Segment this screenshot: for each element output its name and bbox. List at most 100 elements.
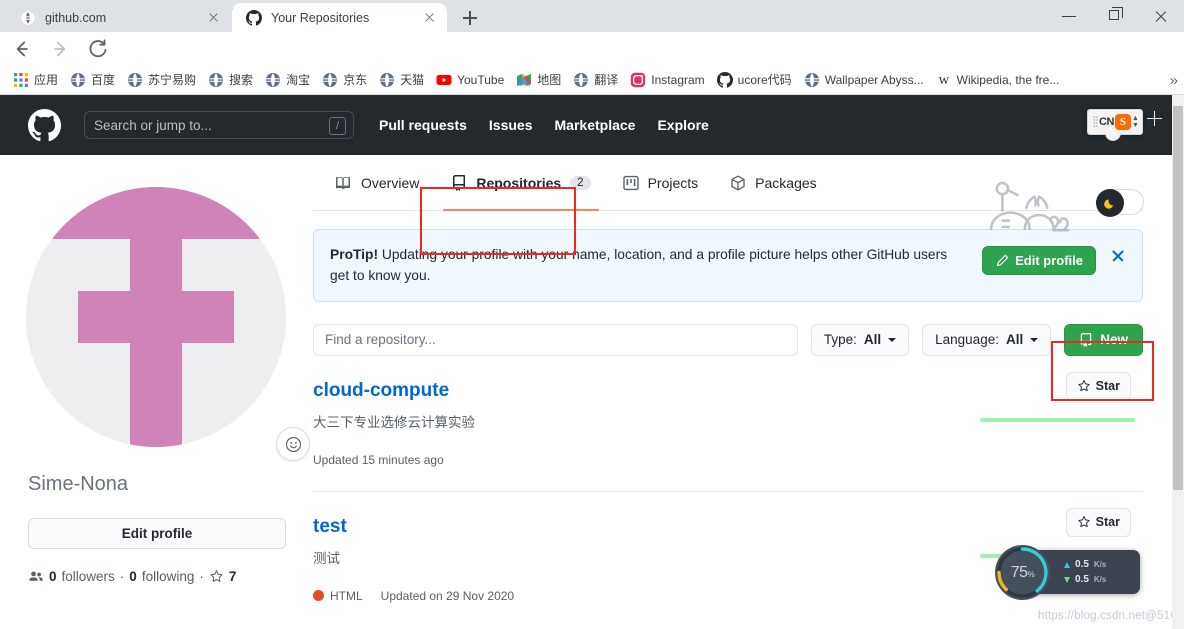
- forward-arrow-icon[interactable]: [44, 36, 76, 62]
- youtube-icon: [436, 74, 452, 85]
- moon-icon: [1103, 199, 1114, 209]
- repository-row: cloud-compute 大三下专业选修云计算实验 Updated 15 mi…: [313, 356, 1143, 492]
- bookmark-apps[interactable]: 应用: [7, 68, 64, 91]
- instagram-icon: [631, 72, 646, 87]
- new-tab-button[interactable]: [458, 7, 482, 29]
- globe-icon: [128, 72, 143, 87]
- github-mark-icon[interactable]: [28, 108, 61, 142]
- globe-icon: [323, 72, 338, 87]
- bookmark-translate[interactable]: 翻译: [567, 68, 624, 91]
- protip-body: Updating your profile with your name, lo…: [330, 247, 948, 284]
- star-icon: [1078, 380, 1090, 392]
- close-icon[interactable]: [1138, 0, 1184, 32]
- bookmark-search[interactable]: 搜索: [202, 68, 259, 91]
- nav-explore[interactable]: Explore: [657, 117, 708, 133]
- browser-tab-2[interactable]: Your Repositories: [232, 3, 447, 32]
- page-scrollbar-thumb[interactable]: [1173, 106, 1183, 490]
- new-repository-button[interactable]: New: [1064, 323, 1143, 356]
- bookmark-label: Wallpaper Abyss...: [824, 72, 924, 87]
- chevron-down-icon: [1030, 337, 1039, 342]
- ime-drag-handle-icon[interactable]: [1093, 115, 1098, 130]
- followers-count[interactable]: 0: [49, 569, 57, 584]
- octocat-line-art: [989, 181, 1070, 232]
- followers-label[interactable]: followers: [62, 569, 115, 584]
- globe-icon: [209, 72, 224, 87]
- find-repository-input[interactable]: Find a repository...: [313, 323, 798, 356]
- star-button[interactable]: Star: [1065, 371, 1131, 401]
- sogou-ime-indicator[interactable]: CN S ▲ ▼: [1087, 109, 1143, 135]
- nav-pull-requests[interactable]: Pull requests: [379, 117, 467, 133]
- type-filter-button[interactable]: Type: All: [810, 323, 910, 356]
- arrow-down-icon: [1064, 576, 1070, 583]
- repository-name-link[interactable]: cloud-compute: [313, 380, 449, 401]
- star-button[interactable]: Star: [1065, 507, 1131, 537]
- bookmark-baidu[interactable]: 百度: [64, 68, 121, 91]
- download-speed-row: 0.5 K/s: [1064, 574, 1106, 585]
- bookmark-youtube[interactable]: YouTube: [430, 69, 510, 91]
- tab-overview[interactable]: Overview: [320, 155, 435, 210]
- bookmark-label: Instagram: [651, 72, 705, 87]
- scrollbar-up-arrow[interactable]: [1172, 95, 1184, 106]
- bookmark-wikipedia[interactable]: W Wikipedia, the fre...: [930, 69, 1066, 91]
- tab-label: Overview: [361, 174, 420, 191]
- repository-name-link[interactable]: test: [313, 516, 347, 537]
- system-monitor-widget[interactable]: 75% 0.5 K/s 0.5 K/s: [995, 545, 1140, 600]
- bookmark-instagram[interactable]: Instagram: [624, 69, 710, 91]
- status-button[interactable]: [276, 427, 310, 461]
- sogou-logo-icon[interactable]: S: [1114, 114, 1131, 130]
- updown-arrows-icon[interactable]: ▲ ▼: [1132, 115, 1139, 129]
- globe-icon: [804, 72, 819, 87]
- nav-issues[interactable]: Issues: [489, 117, 533, 133]
- tab-packages[interactable]: Packages: [714, 155, 832, 210]
- following-count[interactable]: 0: [129, 569, 137, 584]
- bookmark-label: 应用: [34, 73, 59, 87]
- bookmark-label: 苏宁易购: [148, 73, 197, 87]
- bookmark-jd[interactable]: 京东: [316, 68, 373, 91]
- tab-label: Projects: [647, 174, 699, 191]
- identicon-grid: [26, 187, 286, 447]
- browser-tab-2-close[interactable]: [421, 10, 437, 26]
- bookmark-wallpaper-abyss[interactable]: Wallpaper Abyss...: [798, 69, 930, 91]
- back-arrow-icon[interactable]: [6, 36, 38, 62]
- tab-repositories[interactable]: Repositories 2: [435, 155, 606, 211]
- following-label[interactable]: following: [142, 569, 195, 584]
- maximize-icon[interactable]: [1092, 0, 1138, 32]
- pencil-icon: [996, 254, 1009, 266]
- bookmark-tmall[interactable]: 天猫: [373, 68, 430, 91]
- bookmark-maps[interactable]: 地图: [510, 68, 567, 91]
- theme-toggle[interactable]: [1096, 189, 1144, 217]
- protip-edit-profile-button[interactable]: Edit profile: [982, 246, 1096, 275]
- bookmark-label: 地图: [537, 73, 562, 87]
- smiley-face-icon: [285, 436, 301, 452]
- plus-icon[interactable]: [1147, 111, 1162, 126]
- globe-icon: [574, 72, 589, 87]
- tab-projects[interactable]: Projects: [607, 155, 715, 210]
- nav-marketplace[interactable]: Marketplace: [555, 117, 636, 133]
- tab-label: Packages: [755, 174, 817, 191]
- browser-window: github.com Your Repositories 应用 百度 苏宁易购 …: [0, 0, 1184, 629]
- protip-dismiss-button[interactable]: [1110, 248, 1126, 264]
- bookmarks-overflow-icon[interactable]: »: [1170, 72, 1178, 89]
- search-input[interactable]: Search or jump to... /: [84, 111, 354, 139]
- bookmark-taobao[interactable]: 淘宝: [259, 68, 316, 91]
- minimize-icon[interactable]: [1046, 0, 1092, 32]
- reload-icon[interactable]: [82, 36, 114, 62]
- repository-language: HTML: [313, 589, 363, 603]
- search-placeholder: Search or jump to...: [94, 117, 212, 133]
- browser-tab-1[interactable]: github.com: [6, 3, 231, 32]
- profile-stats: 0 followers · 0 following · 7: [28, 568, 286, 584]
- bookmark-ucore[interactable]: ucore代码: [711, 68, 798, 91]
- search-shortcut-key: /: [329, 117, 346, 135]
- browser-tab-1-close[interactable]: [205, 10, 221, 26]
- tab-label: Repositories: [476, 174, 562, 191]
- bookmark-label: 天猫: [400, 73, 425, 87]
- edit-profile-button[interactable]: Edit profile: [28, 518, 286, 549]
- repository-updated: Updated 15 minutes ago: [313, 452, 444, 467]
- stars-count[interactable]: 7: [229, 569, 237, 584]
- bookmark-suning[interactable]: 苏宁易购: [121, 68, 202, 91]
- language-filter-button[interactable]: Language: All: [922, 323, 1052, 356]
- avatar[interactable]: [26, 187, 286, 447]
- ime-mode-label[interactable]: CN: [1099, 116, 1114, 128]
- window-controls: [1046, 0, 1184, 32]
- language-filter-value: All: [1005, 332, 1024, 348]
